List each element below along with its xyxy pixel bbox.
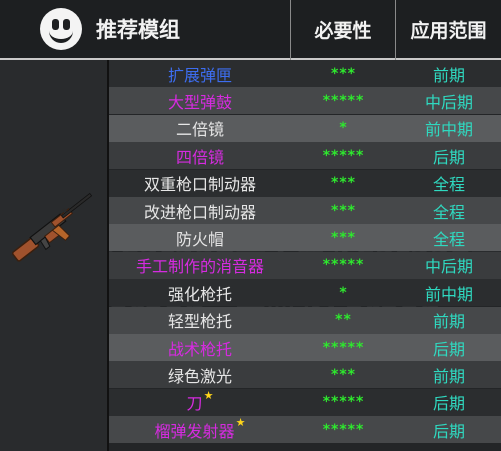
smiley-face-icon <box>40 8 82 50</box>
mod-name: 强化枪托 <box>109 279 291 306</box>
necessity-rating: *** <box>331 229 356 246</box>
usage-stage: 全程 <box>432 229 465 249</box>
usage-stage: 前期 <box>432 312 465 332</box>
mod-name: 轻型枪托 <box>109 307 291 334</box>
mod-name: 刀 ★ <box>109 389 291 416</box>
title-cell: 推荐模组 <box>0 0 290 58</box>
usage-stage: 全程 <box>432 175 465 195</box>
usage-stage: 后期 <box>432 147 465 167</box>
mod-name: 手工制作的消音器 <box>109 252 291 279</box>
table-row: 改进枪口制动器 *** 全程 <box>0 197 501 224</box>
usage-stage: 中后期 <box>424 92 473 112</box>
table-row: 轻型枪托 ** 前期 <box>0 306 501 334</box>
mod-name-text: 手工制作的消音器 <box>135 257 264 277</box>
mod-name: 四倍镜 <box>109 142 291 169</box>
necessity-rating: * <box>339 120 348 137</box>
mod-name-text: 大型弹鼓 <box>167 92 232 112</box>
mod-name-text: 榴弹发射器 <box>154 421 235 441</box>
necessity-rating: ***** <box>322 339 365 356</box>
necessity-rating: *** <box>331 175 356 192</box>
mod-name: 绿色激光 <box>109 361 291 388</box>
column-header-stage: 应用范围 <box>410 19 487 42</box>
necessity-rating: *** <box>331 65 356 82</box>
necessity-rating: *** <box>331 366 356 383</box>
mod-name-text: 刀 <box>186 394 203 414</box>
usage-stage: 前中期 <box>424 120 473 140</box>
necessity-rating: ***** <box>322 421 365 438</box>
mod-name: 榴弹发射器 ★ <box>109 416 291 443</box>
mod-name-text: 轻型枪托 <box>167 312 232 332</box>
mod-name: 二倍镜 <box>109 115 291 142</box>
mod-name-text: 绿色激光 <box>167 366 232 386</box>
table-row: 四倍镜 ***** 后期 <box>0 142 501 170</box>
mod-name-text: 防火帽 <box>175 229 224 249</box>
mod-name: 大型弹鼓 <box>109 87 291 114</box>
mod-name: 战术枪托 <box>109 334 291 361</box>
usage-stage: 后期 <box>432 421 465 441</box>
mod-name: 扩展弹匣 <box>109 60 291 87</box>
mod-name-text: 二倍镜 <box>175 120 224 140</box>
necessity-rating: ** <box>335 312 352 329</box>
mod-name: 双重枪口制动器 <box>109 170 291 197</box>
table-row: 绿色激光 *** 前期 <box>0 361 501 389</box>
table-row: 防火帽 *** 全程 <box>0 224 501 252</box>
table-row: 二倍镜 * 前中期 <box>0 114 501 142</box>
necessity-rating: ***** <box>322 394 365 411</box>
usage-stage: 中后期 <box>424 257 473 277</box>
mod-name-text: 双重枪口制动器 <box>143 175 256 195</box>
usage-stage: 后期 <box>432 394 465 414</box>
mod-name: 改进枪口制动器 <box>109 197 291 224</box>
star-icon: ★ <box>203 388 214 402</box>
usage-stage: 前期 <box>432 366 465 386</box>
usage-stage: 前期 <box>432 65 465 85</box>
mod-table: 一大萝北Faraan一大萝北Faraan一 一大萝北Faraan一大萝北Fara… <box>0 0 501 451</box>
mod-name: 防火帽 <box>109 224 291 251</box>
necessity-rating: ***** <box>322 147 365 164</box>
table-row: 扩展弹匣 *** 前期 <box>0 60 501 87</box>
table-row: 强化枪托 * 前中期 <box>0 279 501 307</box>
usage-stage: 前中期 <box>424 284 473 304</box>
table-row: 榴弹发射器 ★ ***** 后期 <box>0 416 501 444</box>
usage-stage: 全程 <box>432 202 465 222</box>
mod-name-text: 改进枪口制动器 <box>143 202 256 222</box>
table-title: 推荐模组 <box>96 18 180 42</box>
table-row: 双重枪口制动器 *** 全程 <box>0 169 501 197</box>
necessity-rating: ***** <box>322 92 365 109</box>
mod-name-text: 扩展弹匣 <box>167 65 232 85</box>
usage-stage: 后期 <box>432 339 465 359</box>
mod-name-text: 四倍镜 <box>175 147 224 167</box>
table-row: 大型弹鼓 ***** 中后期 <box>0 87 501 115</box>
table-header: 推荐模组 必要性 应用范围 <box>0 0 501 60</box>
column-header-need: 必要性 <box>314 19 372 42</box>
necessity-rating: *** <box>331 202 356 219</box>
star-icon: ★ <box>235 416 246 430</box>
mod-name-text: 战术枪托 <box>167 339 232 359</box>
table-row: 刀 ★ ***** 后期 <box>0 388 501 416</box>
necessity-rating: * <box>339 284 348 301</box>
mod-name-text: 强化枪托 <box>167 284 232 304</box>
necessity-rating: ***** <box>322 257 365 274</box>
table-row: 战术枪托 ***** 后期 <box>0 334 501 361</box>
table-row: 手工制作的消音器 ***** 中后期 <box>0 251 501 279</box>
